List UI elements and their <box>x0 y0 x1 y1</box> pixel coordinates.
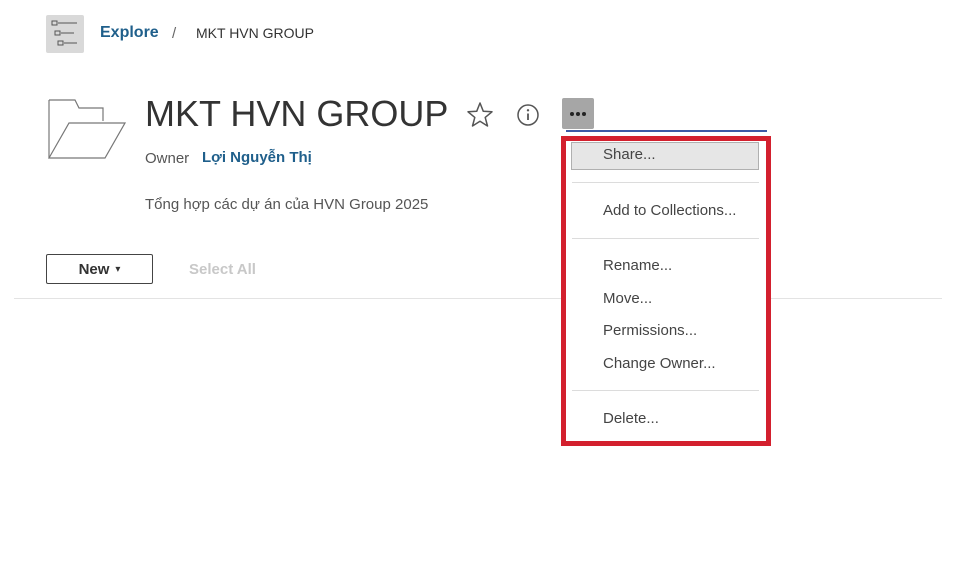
caret-down-icon: ▾ <box>115 263 121 275</box>
menu-divider <box>572 390 759 391</box>
new-button[interactable]: New ▾ <box>46 254 153 284</box>
select-all-button[interactable]: Select All <box>189 261 256 278</box>
breadcrumb-current: MKT HVN GROUP <box>196 25 314 41</box>
menu-anchor-line <box>566 130 767 132</box>
breadcrumb-explore-link[interactable]: Explore <box>100 24 159 42</box>
menu-item-move[interactable]: Move... <box>603 290 652 307</box>
menu-item-add-to-collections[interactable]: Add to Collections... <box>603 202 736 219</box>
menu-item-share[interactable]: Share... <box>603 146 656 163</box>
owner-name-link[interactable]: Lợi Nguyễn Thị <box>202 149 312 166</box>
menu-item-rename[interactable]: Rename... <box>603 257 672 274</box>
content-divider <box>14 298 942 299</box>
more-actions-button[interactable] <box>562 98 594 129</box>
menu-item-permissions[interactable]: Permissions... <box>603 322 697 339</box>
menu-item-share-highlight <box>571 142 759 170</box>
menu-item-change-owner[interactable]: Change Owner... <box>603 355 716 372</box>
folder-icon <box>47 99 127 166</box>
menu-item-delete[interactable]: Delete... <box>603 410 659 427</box>
more-actions-icon <box>570 112 586 116</box>
menu-divider <box>572 238 759 239</box>
menu-divider <box>572 182 759 183</box>
new-button-label: New <box>78 260 110 278</box>
owner-label: Owner <box>145 150 190 167</box>
info-icon[interactable] <box>516 103 540 127</box>
favorite-star-icon[interactable] <box>465 100 495 130</box>
project-description: Tổng hợp các dự án của HVN Group 2025 <box>145 196 429 213</box>
breadcrumb-separator: / <box>172 25 177 42</box>
explore-tree-icon[interactable] <box>46 15 84 53</box>
page-title: MKT HVN GROUP <box>145 93 449 134</box>
